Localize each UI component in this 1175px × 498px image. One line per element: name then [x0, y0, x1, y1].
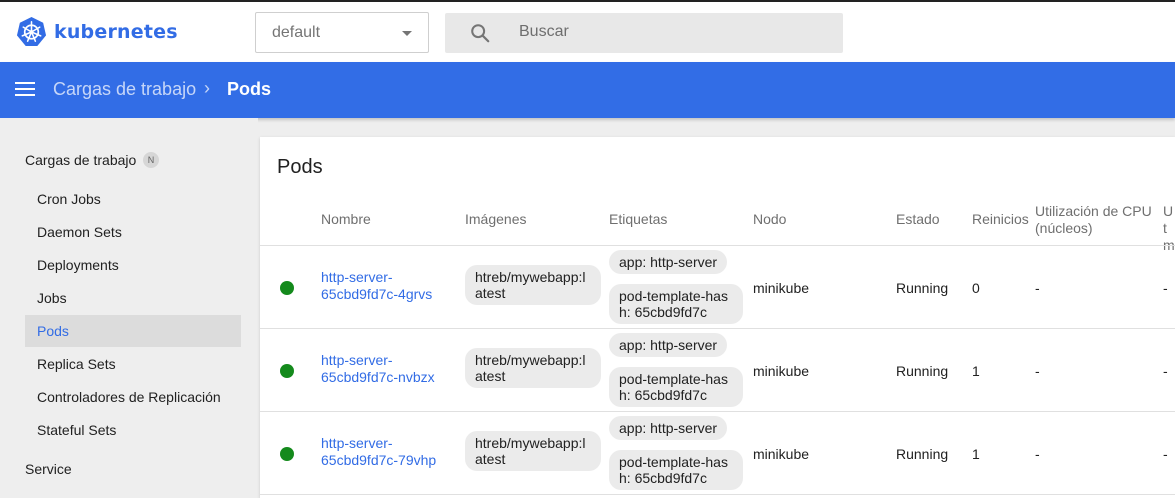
- label-chip: app: http-server: [609, 416, 728, 440]
- brand-name: kubernetes: [54, 20, 178, 43]
- pod-name-link[interactable]: http-server-65cbd9fd7c-4grvs: [321, 269, 451, 303]
- kubernetes-wheel-icon: [16, 16, 47, 47]
- memory-cell: -: [1163, 280, 1168, 296]
- sidebar-section-service[interactable]: Service: [25, 461, 72, 477]
- restarts-cell: 0: [972, 280, 980, 296]
- sidebar-item-daemon-sets[interactable]: Daemon Sets: [25, 216, 241, 248]
- label-chip: pod-template-hash: 65cbd9fd7c: [609, 367, 743, 407]
- cpu-cell: -: [1035, 363, 1040, 379]
- node-cell: minikube: [753, 280, 810, 296]
- image-chip: htreb/mywebapp:latest: [465, 431, 601, 471]
- menu-icon[interactable]: [15, 82, 35, 98]
- search-bar[interactable]: Buscar: [445, 13, 843, 53]
- memory-cell: -: [1163, 363, 1168, 379]
- column-header-restarts: Reinicios: [972, 211, 1029, 227]
- restarts-cell: 1: [972, 446, 980, 462]
- sidebar-item-stateful-sets[interactable]: Stateful Sets: [25, 414, 241, 446]
- sidebar-item-replication-controllers[interactable]: Controladores de Replicación: [25, 381, 241, 413]
- namespace-select[interactable]: default: [255, 12, 429, 53]
- row-divider: [260, 494, 1175, 495]
- header-divider: [260, 245, 1175, 246]
- label-chip: app: http-server: [609, 333, 728, 357]
- chevron-right-icon: ›: [204, 78, 210, 98]
- pods-card: Pods Nombre Imágenes Etiquetas Nodo Esta…: [260, 137, 1175, 498]
- status-ok-icon: [280, 364, 294, 378]
- status-cell: Running: [896, 280, 949, 296]
- node-cell: minikube: [753, 363, 810, 379]
- kubernetes-logo[interactable]: kubernetes: [16, 16, 178, 47]
- pod-name-link[interactable]: http-server-65cbd9fd7c-79vhp: [321, 435, 451, 469]
- row-divider: [260, 411, 1175, 412]
- column-header-name[interactable]: Nombre: [321, 211, 371, 228]
- status-ok-icon: [280, 447, 294, 461]
- breadcrumb-workloads[interactable]: Cargas de trabajo: [53, 79, 196, 100]
- column-header-images: Imágenes: [465, 211, 527, 227]
- column-header-labels: Etiquetas: [609, 211, 668, 227]
- pod-name-link[interactable]: http-server-65cbd9fd7c-nvbzx: [321, 352, 451, 386]
- node-cell: minikube: [753, 446, 810, 462]
- label-chip: app: http-server: [609, 250, 728, 274]
- toolbar: Cargas de trabajo › Pods: [0, 62, 1175, 118]
- status-cell: Running: [896, 446, 949, 462]
- sidebar-item-replica-sets[interactable]: Replica Sets: [25, 348, 241, 380]
- sidebar-section-workloads[interactable]: Cargas de trabajo: [25, 152, 136, 168]
- top-bar: kubernetes default Buscar: [0, 0, 1175, 62]
- card-title: Pods: [277, 156, 323, 178]
- column-header-node: Nodo: [753, 211, 787, 227]
- namespace-value: default: [272, 24, 321, 41]
- label-chip: pod-template-hash: 65cbd9fd7c: [609, 284, 743, 324]
- memory-cell: -: [1163, 446, 1168, 462]
- cpu-cell: -: [1035, 446, 1040, 462]
- dropdown-arrow-icon: [402, 31, 412, 36]
- image-chip: htreb/mywebapp:latest: [465, 348, 601, 388]
- search-icon: [471, 24, 490, 43]
- restarts-cell: 1: [972, 363, 980, 379]
- cpu-cell: -: [1035, 280, 1040, 296]
- sidebar-item-deployments[interactable]: Deployments: [25, 249, 241, 281]
- column-header-status: Estado: [896, 211, 940, 227]
- namespaced-badge: N: [143, 152, 159, 168]
- row-divider: [260, 328, 1175, 329]
- sidebar-item-pods[interactable]: Pods: [25, 315, 241, 347]
- sidebar-item-cron-jobs[interactable]: Cron Jobs: [25, 183, 241, 215]
- search-placeholder[interactable]: Buscar: [519, 23, 569, 41]
- column-header-cpu: Utilización de CPU (núcleos): [1035, 203, 1152, 236]
- image-chip: htreb/mywebapp:latest: [465, 265, 601, 305]
- status-ok-icon: [280, 281, 294, 295]
- status-cell: Running: [896, 363, 949, 379]
- label-chip: pod-template-hash: 65cbd9fd7c: [609, 450, 743, 490]
- column-header-memory: Ut m: [1163, 203, 1175, 253]
- sidebar-item-jobs[interactable]: Jobs: [25, 282, 241, 314]
- breadcrumb-current: Pods: [227, 79, 272, 99]
- sidebar: Cargas de trabajo N Cron Jobs Daemon Set…: [0, 118, 258, 498]
